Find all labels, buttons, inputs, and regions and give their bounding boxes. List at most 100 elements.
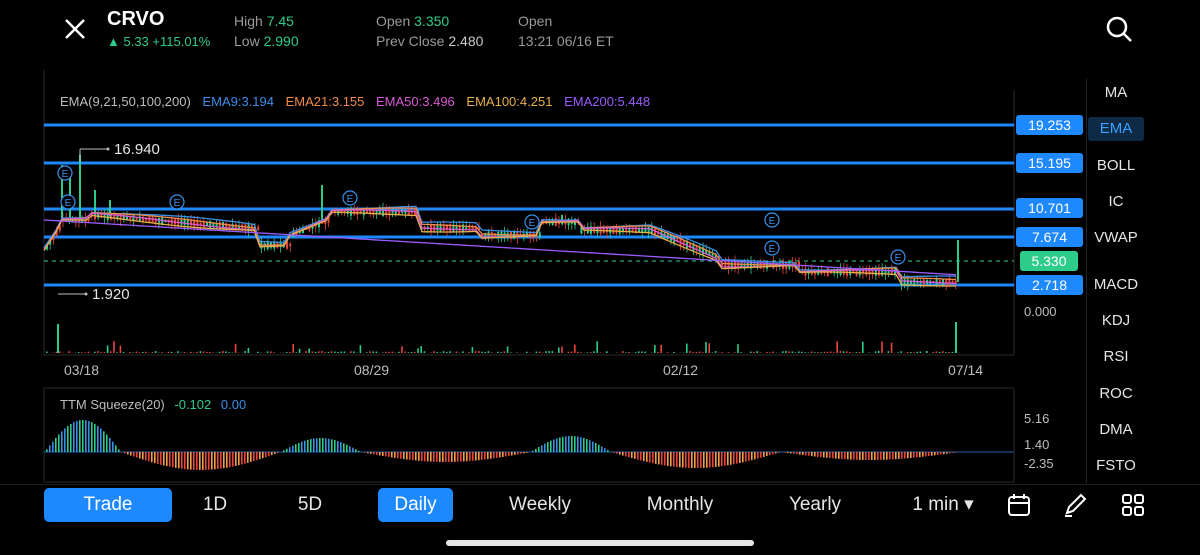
candle-body [942,279,944,285]
volume-bar [132,352,134,353]
indicator-rsi[interactable]: RSI [1088,345,1144,369]
volume-bar [839,351,842,353]
volume-bar [404,351,406,353]
ttm-bar [664,452,666,466]
ttm-bar [67,425,69,452]
ttm-bar [808,452,810,456]
indicator-roc[interactable]: ROC [1088,382,1144,406]
indicator-kdj[interactable]: KDJ [1088,309,1144,333]
volume-bar [500,352,502,353]
interval-select[interactable]: 1 min ▾ [902,488,984,522]
volume-bar [951,351,954,353]
ttm-bar [559,437,561,452]
candle-body [186,220,189,226]
volume-bar [145,351,147,353]
ttm-bar [811,452,813,457]
trade-button[interactable]: Trade [44,488,172,522]
volume-bar [545,351,547,353]
volume-bar [497,351,499,353]
ttm-bar [697,452,699,468]
sidebar-divider [1086,78,1087,483]
indicator-fsto[interactable]: FSTO [1088,454,1144,478]
tab-yearly[interactable]: Yearly [778,488,852,522]
volume-bar [810,351,813,353]
tab-5d[interactable]: 5D [287,488,333,522]
ttm-bar [691,452,693,468]
indicator-boll[interactable]: BOLL [1088,154,1144,178]
ttm-bar [517,452,519,455]
ttm-bar [823,452,825,458]
ttm-bar [694,452,696,468]
indicator-macd[interactable]: MACD [1088,273,1144,297]
tab-1d[interactable]: 1D [192,488,238,522]
ttm-histogram [46,420,957,470]
volume-bar [212,352,214,353]
ttm-bar [139,452,141,459]
ttm-bar [214,452,216,470]
volume-bar [478,351,480,353]
ttm-bar [523,452,525,454]
indicator-vwap[interactable]: VWAP [1088,226,1144,250]
volume-bar [116,352,118,353]
search-button[interactable] [1104,14,1134,44]
earnings-letter: E [65,198,72,209]
ttm-bar [829,452,831,459]
ttm-bar [325,438,327,452]
ttm-bar [532,450,534,452]
tab-daily[interactable]: Daily [378,488,453,522]
price-level-tag[interactable]: 10.701 [1016,198,1083,218]
ttm-bar [724,452,726,466]
price-chart[interactable]: E E E E E E E E [0,70,1085,484]
ttm-bar [85,420,87,452]
candle-body [442,224,445,232]
ttm-bar [154,452,156,464]
volume-bar [244,351,246,353]
ttm-bar [946,452,948,454]
volume-bar [196,351,198,353]
close-button[interactable] [58,12,92,46]
ttm-bar [202,452,204,470]
ttm-bar [580,437,582,452]
volume-bar [206,352,208,353]
grid-button[interactable] [1120,492,1146,518]
volume-bar [369,351,371,353]
earnings-letter: E [174,198,181,209]
ttm-bar [340,442,342,452]
ttm-bar [292,445,294,452]
ttm-bar [211,452,213,470]
volume-bar [289,352,291,353]
indicator-ic[interactable]: IC [1088,190,1144,214]
volume-bar [955,322,957,353]
indicator-ema[interactable]: EMA [1088,117,1144,141]
ttm-bar [151,452,153,463]
volume-bar [151,352,154,353]
volume-bar [657,352,659,353]
volume-bar [734,352,736,353]
ttm-bar [895,452,897,460]
price-level-tag[interactable]: 7.674 [1016,227,1083,247]
tab-weekly[interactable]: Weekly [499,488,581,522]
volume-bar [311,351,314,353]
price-level-tag[interactable]: 15.195 [1016,153,1083,173]
ttm-bar [718,452,720,467]
price-level-tag[interactable]: 2.718 [1016,275,1083,295]
draw-button[interactable] [1062,492,1088,518]
calendar-button[interactable] [1006,492,1032,518]
volume-bar [535,351,538,353]
volume-bar [826,351,829,353]
earnings-letter: E [529,218,536,229]
volume-bar [897,352,899,353]
ttm-bar [148,452,150,462]
volume-bar [570,351,573,353]
volume-bar [305,351,307,353]
indicator-dma[interactable]: DMA [1088,418,1144,442]
high-label: High [234,13,263,29]
volume-bar [314,351,317,353]
volume-bar [695,351,698,353]
ttm-bar [358,450,360,452]
ttm-bar [652,452,654,464]
indicator-ma[interactable]: MA [1088,81,1144,105]
volume-bar [606,351,608,353]
tab-monthly[interactable]: Monthly [635,488,725,522]
price-level-tag[interactable]: 19.253 [1016,115,1083,135]
